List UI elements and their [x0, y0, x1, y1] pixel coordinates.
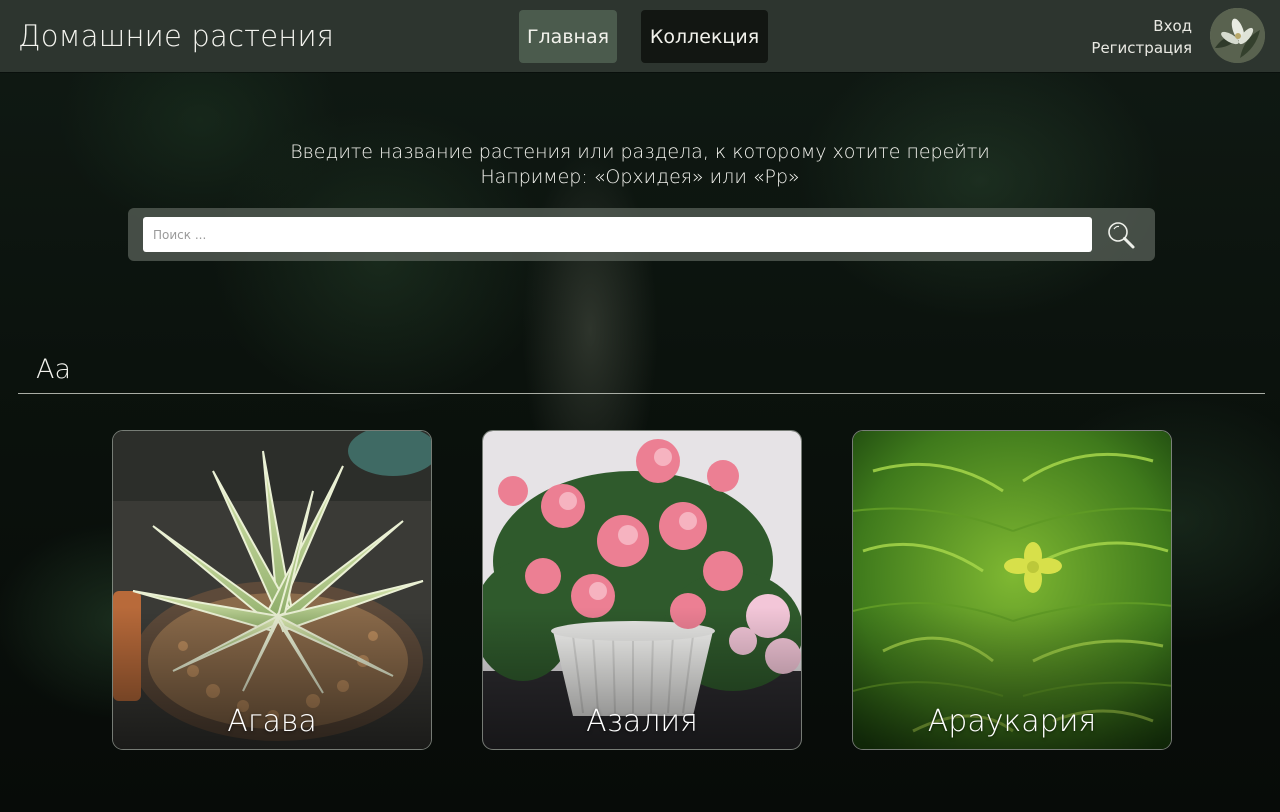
plant-card-label: Агава: [227, 704, 317, 739]
nav-collection-button[interactable]: Коллекция: [641, 10, 768, 63]
register-link[interactable]: Регистрация: [1091, 37, 1192, 59]
plant-card-araukaria[interactable]: Араукария: [852, 430, 1172, 750]
search-bar: [128, 208, 1155, 261]
search-hint: Введите название растения или раздела, к…: [0, 140, 1280, 190]
avatar-flower-image: [1210, 8, 1265, 63]
search-hint-line-1: Введите название растения или раздела, к…: [290, 141, 990, 163]
user-avatar[interactable]: [1210, 8, 1265, 63]
plant-card-agava[interactable]: Агава: [112, 430, 432, 750]
top-navbar: Домашние растения Главная Коллекция Вход…: [0, 0, 1280, 72]
search-input[interactable]: [143, 217, 1092, 252]
plant-card-label: Араукария: [927, 704, 1097, 739]
search-button[interactable]: [1106, 220, 1136, 250]
site-title[interactable]: Домашние растения: [18, 19, 334, 53]
login-link[interactable]: Вход: [1091, 15, 1192, 37]
search-icon: [1108, 222, 1135, 249]
section-divider: [18, 393, 1265, 394]
plant-card-azalia[interactable]: Азалия: [482, 430, 802, 750]
azalia-image: [483, 431, 801, 749]
section-letter-heading: Аа: [36, 354, 72, 385]
search-hint-line-2: Например: «Орхидея» или «Рр»: [480, 166, 800, 188]
plant-card-label: Азалия: [586, 704, 698, 739]
auth-links: Вход Регистрация: [1091, 15, 1192, 59]
araukaria-image: [853, 431, 1171, 749]
nav-home-button[interactable]: Главная: [519, 10, 617, 63]
agava-image: [113, 431, 431, 749]
